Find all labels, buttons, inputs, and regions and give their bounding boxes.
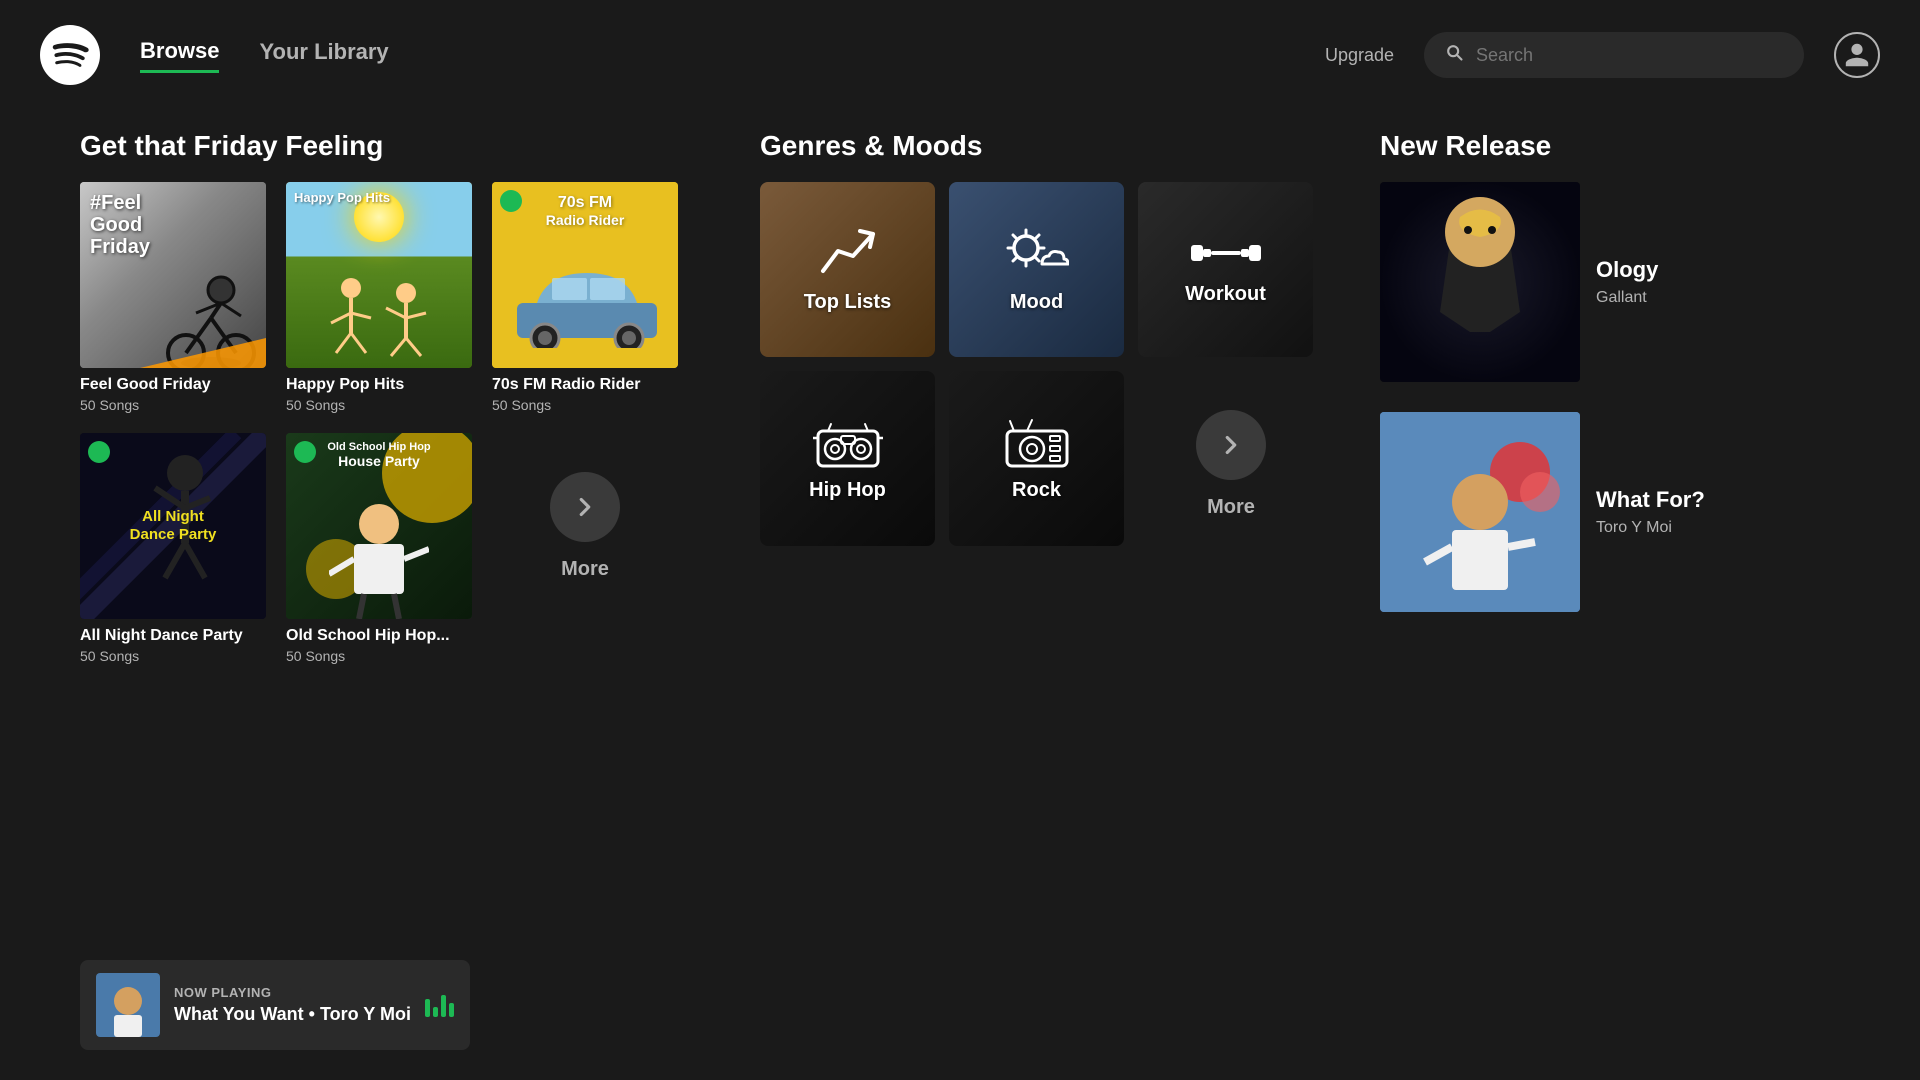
playlist-name-70sfm: 70s FM Radio Rider: [492, 376, 678, 394]
playlist-thumb-feelgoodfriday: #FeelGoodFriday: [80, 182, 266, 368]
genre-hiphop-label: Hip Hop: [809, 479, 886, 502]
new-release-info-whatfor: What For? Toro Y Moi: [1580, 477, 1721, 547]
playlist-thumb-happypophits: Happy Pop Hits: [286, 182, 472, 368]
genre-workout-inner: Workout: [1138, 182, 1313, 357]
nav-library[interactable]: Your Library: [259, 39, 388, 71]
playlist-songs-allnight: 50 Songs: [80, 648, 266, 664]
new-release-name-ology: Ology: [1596, 257, 1658, 283]
upgrade-button[interactable]: Upgrade: [1325, 45, 1394, 66]
genre-workout-label: Workout: [1185, 283, 1266, 306]
playlist-70sfm[interactable]: 70s FM Radio Rider 70s FM Radio Rider 50…: [492, 182, 678, 413]
playlist-songs-oldschool: 50 Songs: [286, 648, 472, 664]
genre-grid: Top Lists: [760, 182, 1340, 546]
genre-rock[interactable]: Rock: [949, 371, 1124, 546]
playlist-allnight[interactable]: All NightDance Party All Night Dance Par…: [80, 433, 266, 664]
now-playing-thumb: [96, 973, 160, 1037]
playlist-feelgoodfriday[interactable]: #FeelGoodFriday Feel Good Friday 50 Song…: [80, 182, 266, 413]
eq-bar-1: [425, 999, 430, 1017]
playlist-songs-70sfm: 50 Songs: [492, 397, 678, 413]
genres-more-circle: [1196, 410, 1266, 480]
new-release-items: Ology Gallant: [1380, 182, 1870, 612]
playlist-happypophits[interactable]: Happy Pop Hits Happy Pop Hits 50 Songs: [286, 182, 472, 413]
playlist-name-feelgoodfriday: Feel Good Friday: [80, 376, 266, 394]
user-avatar[interactable]: [1834, 32, 1880, 78]
now-playing-info: NOW PLAYING What You Want • Toro Y Moi: [174, 985, 411, 1025]
playlist-thumb-70sfm: 70s FM Radio Rider: [492, 182, 678, 368]
friday-title: Get that Friday Feeling: [80, 130, 700, 162]
new-release-thumb-ology: [1380, 182, 1580, 382]
playlist-name-oldschool: Old School Hip Hop...: [286, 627, 472, 645]
genre-mood-label: Mood: [1010, 291, 1063, 314]
eq-bar-2: [433, 1007, 438, 1017]
feelgoodfriday-text: #FeelGoodFriday: [90, 192, 150, 258]
genres-more-label: More: [1207, 496, 1255, 519]
playlist-oldschool[interactable]: Old School Hip Hop House Party Old Schoo…: [286, 433, 472, 664]
new-releases-section: New Release: [1380, 130, 1870, 980]
eq-bar-4: [449, 1003, 454, 1017]
genre-hiphop[interactable]: Hip Hop: [760, 371, 935, 546]
spotify-logo[interactable]: [40, 25, 100, 85]
eq-bar-3: [441, 995, 446, 1017]
playlist-songs-feelgoodfriday: 50 Songs: [80, 397, 266, 413]
now-playing-bar: NOW PLAYING What You Want • Toro Y Moi: [80, 960, 470, 1050]
genre-mood-inner: Mood: [949, 182, 1124, 357]
genre-rock-label: Rock: [1012, 479, 1061, 502]
friday-section: Get that Friday Feeling: [80, 130, 700, 980]
new-release-info-ology: Ology Gallant: [1580, 247, 1674, 317]
new-release-whatfor[interactable]: What For? Toro Y Moi: [1380, 412, 1870, 612]
new-release-thumb-whatfor: [1380, 412, 1580, 612]
playlist-name-allnight: All Night Dance Party: [80, 627, 266, 645]
friday-more-label: More: [561, 558, 609, 581]
genre-hiphop-inner: Hip Hop: [760, 371, 935, 546]
new-release-artist-ology: Gallant: [1596, 289, 1658, 307]
new-release-ology[interactable]: Ology Gallant: [1380, 182, 1870, 382]
new-release-artist-whatfor: Toro Y Moi: [1596, 519, 1705, 537]
genre-rock-inner: Rock: [949, 371, 1124, 546]
search-input[interactable]: [1476, 45, 1784, 66]
genre-toplists[interactable]: Top Lists: [760, 182, 935, 357]
genres-more-button[interactable]: More: [1138, 371, 1324, 557]
friday-more-button[interactable]: More: [492, 433, 678, 619]
friday-more-circle: [550, 472, 620, 542]
main-content: Get that Friday Feeling: [0, 110, 1920, 980]
playlist-thumb-allnight: All NightDance Party: [80, 433, 266, 619]
genre-toplists-label: Top Lists: [804, 291, 891, 314]
playlist-grid: #FeelGoodFriday Feel Good Friday 50 Song…: [80, 182, 700, 664]
now-playing-title: What You Want • Toro Y Moi: [174, 1004, 411, 1025]
equalizer-bars: [425, 993, 454, 1017]
header: Browse Your Library Upgrade: [0, 0, 1920, 110]
playlist-songs-happypophits: 50 Songs: [286, 397, 472, 413]
nav-browse[interactable]: Browse: [140, 38, 219, 73]
playlist-name-happypophits: Happy Pop Hits: [286, 376, 472, 394]
search-bar[interactable]: [1424, 32, 1804, 78]
new-release-name-whatfor: What For?: [1596, 487, 1705, 513]
genre-mood[interactable]: Mood: [949, 182, 1124, 357]
header-right: Upgrade: [1325, 32, 1880, 78]
search-icon: [1444, 42, 1464, 68]
genres-title: Genres & Moods: [760, 130, 1340, 162]
genre-workout[interactable]: Workout: [1138, 182, 1313, 357]
playlist-thumb-oldschool: Old School Hip Hop House Party: [286, 433, 472, 619]
now-playing-label: NOW PLAYING: [174, 985, 411, 1000]
genre-toplists-inner: Top Lists: [760, 182, 935, 357]
genres-section: Genres & Moods Top Lists: [760, 130, 1340, 980]
main-nav: Browse Your Library: [140, 38, 389, 73]
new-releases-title: New Release: [1380, 130, 1870, 162]
